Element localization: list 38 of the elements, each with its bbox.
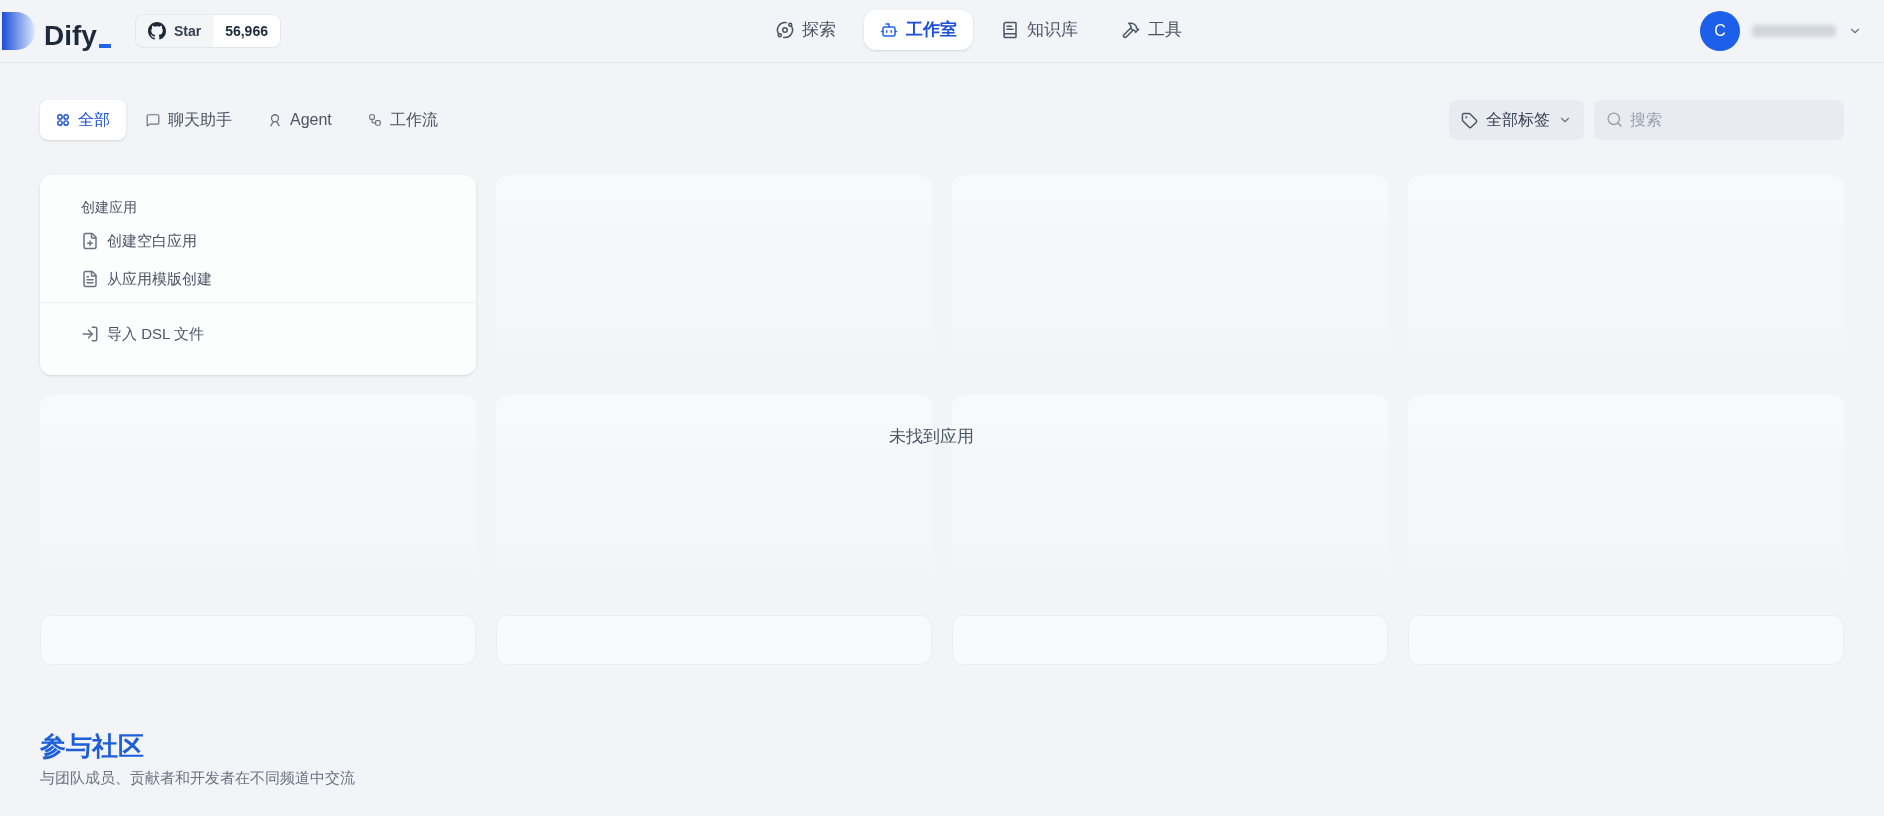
create-option[interactable]: 创建空白应用 xyxy=(81,226,197,256)
github-icon xyxy=(147,22,166,40)
filter-tab[interactable]: 聊天助手 xyxy=(130,100,248,140)
nav-tab[interactable]: 知识库 xyxy=(985,10,1094,50)
community-description: 与团队成员、贡献者和开发者在不同频道中交流 xyxy=(40,767,356,788)
logo-text: Dify xyxy=(44,22,97,50)
robot-icon xyxy=(880,21,898,39)
nav-tab[interactable]: 探索 xyxy=(760,10,852,50)
community-title: 参与社区 xyxy=(40,730,145,763)
chat-icon xyxy=(146,113,160,127)
card-title: 创建应用 xyxy=(81,198,138,217)
import-icon xyxy=(81,325,99,343)
planet-icon xyxy=(776,21,794,39)
create-option[interactable]: 从应用模版创建 xyxy=(81,264,212,294)
book-icon xyxy=(1001,21,1019,39)
nav-tab[interactable]: 工作室 xyxy=(864,10,973,50)
document-icon xyxy=(81,270,99,288)
agent-icon xyxy=(268,113,282,127)
empty-message: 未找到应用 xyxy=(889,426,974,448)
tag-filter-button[interactable]: 全部标签 xyxy=(1449,100,1584,140)
filter-tab[interactable]: Agent xyxy=(252,100,348,140)
create-option[interactable]: 导入 DSL 文件 xyxy=(81,319,204,349)
hammer-icon xyxy=(1122,21,1140,39)
file-plus-icon xyxy=(81,232,99,250)
search-icon xyxy=(1606,111,1623,128)
workflow-icon xyxy=(367,113,382,127)
search-field[interactable]: 搜索 xyxy=(1594,100,1844,140)
github-star-button[interactable]: Star 56,966 xyxy=(134,14,281,48)
grid-icon xyxy=(56,113,70,127)
star-count: 56,966 xyxy=(213,15,280,47)
star-label: Star xyxy=(173,21,202,41)
logo-icon xyxy=(2,12,36,50)
filter-tab[interactable]: 全部 xyxy=(40,100,126,140)
filter-tab[interactable]: 工作流 xyxy=(351,100,454,140)
tag-icon xyxy=(1461,111,1478,129)
user-avatar[interactable]: C xyxy=(1700,11,1740,51)
logo-cursor xyxy=(98,44,111,48)
nav-tab[interactable]: 工具 xyxy=(1106,10,1198,50)
